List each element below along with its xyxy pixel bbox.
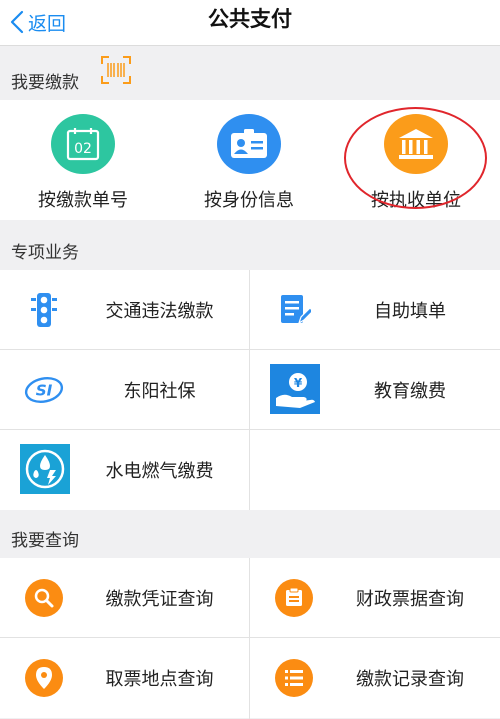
query-section-header: 我要查询 [0, 518, 500, 558]
svg-text:02: 02 [74, 141, 92, 157]
water-power-gas-icon [20, 444, 70, 494]
list-icon [274, 658, 314, 698]
pay-section-title: 我要缴款 [11, 72, 79, 93]
social-security-label: 东阳社保 [123, 381, 196, 402]
education-fee-label: 教育缴费 [374, 381, 446, 402]
receipt-icon [274, 578, 314, 618]
traffic-fine-button[interactable]: 交通违法缴款 [0, 270, 249, 350]
pay-by-id-button[interactable]: 按身份信息 [166, 100, 332, 212]
query-section-title: 我要查询 [11, 530, 79, 551]
self-fill-form-button[interactable]: 自助填单 [250, 270, 500, 350]
education-fee-icon: ¥ [270, 364, 320, 414]
id-card-icon [217, 114, 281, 174]
fiscal-receipt-query-label: 财政票据查询 [356, 589, 464, 610]
pay-by-id-label: 按身份信息 [204, 190, 294, 211]
search-icon [24, 578, 64, 618]
special-section-header: 专项业务 [0, 230, 500, 270]
utilities-fee-label: 水电燃气缴费 [105, 461, 214, 482]
ticket-location-query-label: 取票地点查询 [105, 669, 214, 690]
social-security-icon: SI [24, 370, 64, 410]
payment-number-icon: 02 [51, 114, 115, 174]
highlight-circle [344, 107, 487, 209]
divider [0, 637, 500, 638]
empty-cell [250, 430, 500, 510]
nav-bar: 返回 公共支付 [0, 0, 500, 46]
payment-record-query-label: 缴款记录查询 [356, 669, 464, 690]
location-pin-icon [24, 658, 64, 698]
payment-voucher-query-button[interactable]: 缴款凭证查询 [0, 558, 249, 638]
ticket-location-query-button[interactable]: 取票地点查询 [0, 638, 249, 718]
scan-barcode-icon[interactable] [101, 56, 131, 84]
social-security-button[interactable]: SI 东阳社保 [0, 350, 249, 430]
traffic-fine-label: 交通违法缴款 [105, 301, 214, 322]
form-edit-icon [274, 290, 314, 330]
divider [0, 429, 500, 430]
fiscal-receipt-query-button[interactable]: 财政票据查询 [250, 558, 500, 638]
pay-panel: 02 按缴款单号 按身份信息 按执收单位 [0, 100, 500, 220]
divider [249, 558, 250, 719]
traffic-light-icon [24, 290, 64, 330]
education-fee-button[interactable]: ¥ 教育缴费 [250, 350, 500, 430]
special-section-title: 专项业务 [11, 242, 79, 263]
pay-section-header: 我要缴款 [0, 60, 500, 100]
svg-text:¥: ¥ [294, 376, 303, 390]
page-title: 公共支付 [208, 7, 292, 31]
svg-text:SI: SI [36, 382, 53, 400]
pay-by-number-label: 按缴款单号 [38, 190, 128, 211]
payment-voucher-query-label: 缴款凭证查询 [105, 589, 214, 610]
divider [249, 270, 250, 510]
utilities-fee-button[interactable]: 水电燃气缴费 [0, 430, 249, 510]
payment-record-query-button[interactable]: 缴款记录查询 [250, 638, 500, 718]
pay-by-number-button[interactable]: 02 按缴款单号 [0, 100, 166, 212]
self-fill-form-label: 自助填单 [374, 301, 446, 322]
divider [0, 349, 500, 350]
